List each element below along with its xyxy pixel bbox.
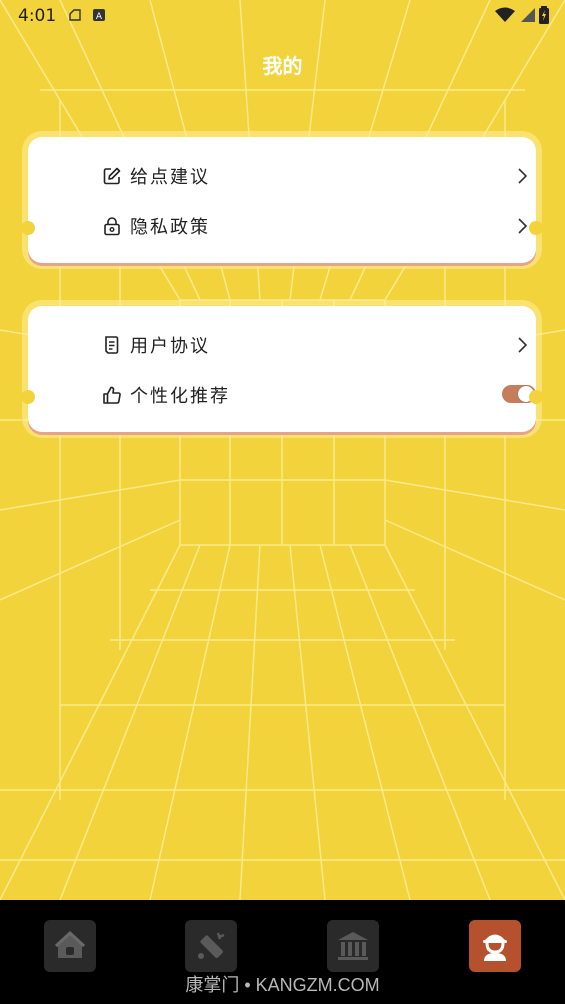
menu-item-personalized-recommendation: 个性化推荐 <box>102 378 536 412</box>
thumbs-up-icon <box>102 385 122 405</box>
menu-item-feedback[interactable]: 给点建议 <box>102 159 528 193</box>
signal-icon <box>521 8 535 22</box>
toggle-knob <box>518 386 534 402</box>
menu-item-user-agreement[interactable]: 用户协议 <box>102 328 528 362</box>
battery-charging-icon <box>539 6 549 24</box>
museum-icon <box>338 932 368 960</box>
home-icon <box>54 930 86 958</box>
tools-icon <box>198 932 225 959</box>
menu-item-label: 给点建议 <box>130 167 210 188</box>
document-icon <box>102 335 122 355</box>
settings-card-support: 给点建议 隐私政策 <box>21 137 543 263</box>
wifi-icon <box>495 7 515 22</box>
tab-museum[interactable] <box>327 920 379 972</box>
profile-icon <box>483 934 507 961</box>
chevron-right-icon <box>518 168 528 184</box>
status-time: 4:01 <box>18 6 57 26</box>
menu-item-label: 个性化推荐 <box>130 386 230 407</box>
menu-item-label: 隐私政策 <box>130 217 210 238</box>
tab-profile[interactable] <box>469 920 521 972</box>
screenshot-icon <box>69 9 81 21</box>
tab-tools[interactable] <box>185 920 237 972</box>
page-title: 我的 <box>262 54 303 78</box>
edit-icon <box>102 166 122 186</box>
chevron-right-icon <box>518 218 528 234</box>
tab-home[interactable] <box>44 920 96 972</box>
svg-text:A: A <box>96 12 103 22</box>
lock-icon <box>102 216 122 236</box>
menu-item-privacy-policy[interactable]: 隐私政策 <box>102 209 528 243</box>
status-bar: 4:01 A <box>0 0 565 32</box>
settings-card-preferences: 用户协议 个性化推荐 <box>21 306 543 432</box>
background-grid <box>0 0 565 900</box>
app-notification-icon: A <box>93 9 105 22</box>
watermark: 康掌门 • KANGZM.COM <box>185 975 380 995</box>
menu-item-label: 用户协议 <box>130 336 210 357</box>
chevron-right-icon <box>518 337 528 353</box>
personalized-recommendation-toggle[interactable] <box>502 385 536 403</box>
